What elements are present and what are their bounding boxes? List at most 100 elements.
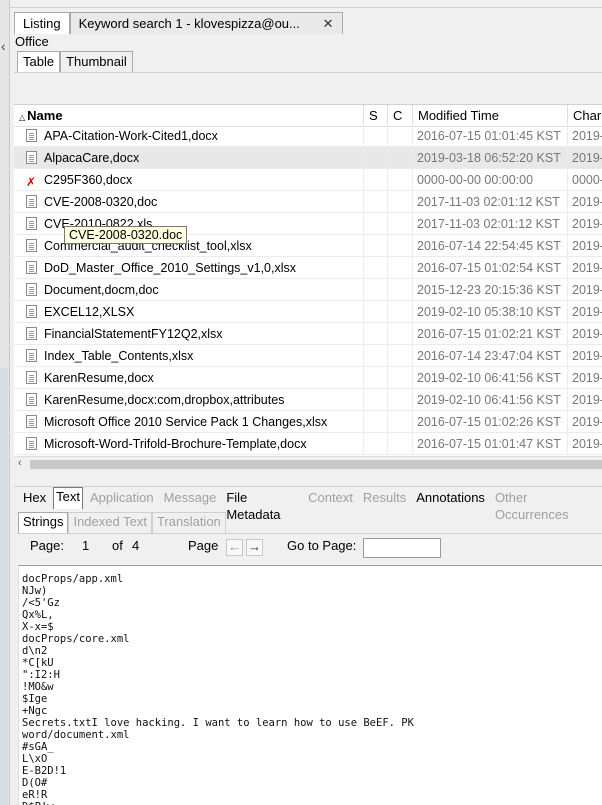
- strings-text-area[interactable]: docProps/app.xml NJw) /<5'Gz Qx%L, X-x=$…: [18, 565, 602, 805]
- collapse-arrow-icon[interactable]: ‹: [1, 38, 6, 54]
- table-row[interactable]: Document,docm,doc 2015-12-23 20:15:36 KST…: [14, 279, 602, 301]
- document-icon: [26, 415, 37, 428]
- document-icon: [26, 327, 37, 340]
- tab-strings[interactable]: Strings: [18, 512, 69, 533]
- tab-text[interactable]: Text: [53, 487, 83, 509]
- cell-modified-time: 2016-07-15 01:02:26 KST: [413, 411, 568, 433]
- table-row[interactable]: AlpacaCare,docx 2019-03-18 06:52:20 KST 20…: [14, 147, 602, 169]
- cell-c: [388, 147, 413, 169]
- table-row[interactable]: FinancialStatementFY12Q2,xlsx 2016-07-15 …: [14, 323, 602, 345]
- table-row[interactable]: KarenResume,docx 2019-02-10 06:41:56 KST 2…: [14, 367, 602, 389]
- cell-modified-time: 2017-11-03 02:01:12 KST: [413, 213, 568, 235]
- table-row[interactable]: EXCEL12,XLSX 2019-02-10 05:38:10 KST 2019-: [14, 301, 602, 323]
- cell-change-time: 0000-: [572, 173, 602, 187]
- column-header-modified-time[interactable]: Modified Time: [413, 105, 568, 127]
- table-row[interactable]: Microsoft-Word-Trifold-Brochure-Template…: [14, 433, 602, 455]
- tab-results: Results: [362, 490, 407, 505]
- breadcrumb: Office: [15, 34, 49, 49]
- cell-c: [388, 411, 413, 433]
- cell-change-time: 2019-: [572, 129, 602, 143]
- tab-hex[interactable]: Hex: [20, 487, 49, 509]
- next-page-icon[interactable]: →: [246, 539, 263, 556]
- horizontal-scrollbar[interactable]: ‹: [14, 456, 602, 471]
- table-row[interactable]: Microsoft Office 2010 Service Pack 1 Cha…: [14, 411, 602, 433]
- cell-modified-time: 2017-11-03 02:01:12 KST: [413, 191, 568, 213]
- previous-page-icon[interactable]: ←: [226, 539, 243, 556]
- table-row[interactable]: KarenResume,docx:com,dropbox,attributes 2…: [14, 389, 602, 411]
- scrollbar-thumb[interactable]: [30, 460, 602, 469]
- tab-file-metadata[interactable]: File Metadata: [223, 487, 301, 522]
- cell-c: [388, 191, 413, 213]
- tab-listing[interactable]: Listing: [14, 12, 70, 34]
- table-row[interactable]: DoD_Master_Office_2010_Settings_v1,0,xls…: [14, 257, 602, 279]
- tab-annotations[interactable]: Annotations: [413, 487, 488, 509]
- table-row[interactable]: ✗ C295F360,docx 0000-00-00 00:00:00 0000-: [14, 169, 602, 191]
- cell-name: Microsoft Office 2010 Service Pack 1 Cha…: [14, 411, 364, 433]
- cell-c: [388, 169, 413, 191]
- table-header: △ Name S C Modified Time Char: [14, 105, 602, 127]
- file-name: C295F360,docx: [44, 173, 133, 187]
- deleted-file-icon: ✗: [26, 175, 37, 189]
- cell-modified-time: 2019-02-10 05:38:10 KST: [413, 301, 568, 323]
- cell-name: Microsoft-Word-Trifold-Brochure-Template…: [14, 433, 364, 455]
- cell-name: Document,docm,doc: [14, 279, 364, 301]
- document-icon: [26, 239, 37, 252]
- file-name: AlpacaCare,docx: [44, 151, 140, 165]
- column-header-name[interactable]: △ Name: [14, 105, 364, 127]
- page-navigator: Page: 1 of 4 Page ← → Go to Page:: [18, 533, 602, 563]
- close-icon[interactable]: ✕: [323, 16, 334, 32]
- tab-context: Context: [308, 490, 353, 505]
- table-row[interactable]: CVE-2008-0320,doc 2017-11-03 02:01:12 KST…: [14, 191, 602, 213]
- cell-s: [364, 125, 388, 147]
- goto-page-input[interactable]: [363, 538, 441, 558]
- file-name: KarenResume,docx: [44, 371, 154, 385]
- listing-toolbar: [14, 72, 602, 104]
- cell-s: [364, 147, 388, 169]
- file-table: △ Name S C Modified Time Char APA-Citatio…: [14, 104, 602, 456]
- cell-change-time: 2019-: [572, 261, 602, 275]
- tab-thumbnail[interactable]: Thumbnail: [60, 51, 133, 72]
- cell-modified-time: 2016-07-15 01:01:47 KST: [413, 433, 568, 455]
- tab-table[interactable]: Table: [17, 51, 61, 72]
- document-icon: [26, 283, 37, 296]
- cell-s: [364, 169, 388, 191]
- cell-s: [364, 257, 388, 279]
- tab-keyword-search[interactable]: Keyword search 1 - klovespizza@ou... ✕: [69, 12, 343, 34]
- cell-name: EXCEL12,XLSX: [14, 301, 364, 323]
- cell-s: [364, 191, 388, 213]
- current-page: 1: [82, 538, 90, 553]
- cell-modified-time: 2016-07-15 01:02:21 KST: [413, 323, 568, 345]
- column-header-s[interactable]: S: [364, 105, 388, 127]
- document-icon: [26, 261, 37, 274]
- scroll-left-icon[interactable]: ‹: [18, 457, 22, 469]
- table-row[interactable]: Index_Table_Contents,xlsx 2016-07-14 23:4…: [14, 345, 602, 367]
- tab-listing-label: Listing: [23, 16, 61, 31]
- cell-s: [364, 323, 388, 345]
- cell-change-time: 2019-: [572, 239, 602, 253]
- document-icon: [26, 371, 37, 384]
- file-name: EXCEL12,XLSX: [44, 305, 135, 319]
- file-name: APA-Citation-Work-Cited1,docx: [44, 129, 218, 143]
- cell-name: Index_Table_Contents,xlsx: [14, 345, 364, 367]
- table-row[interactable]: APA-Citation-Work-Cited1,docx 2016-07-15 …: [14, 125, 602, 147]
- pane-splitter[interactable]: [14, 471, 602, 487]
- document-icon: [26, 151, 37, 164]
- cell-change-time: 2019-: [572, 327, 602, 341]
- strings-content: docProps/app.xml NJw) /<5'Gz Qx%L, X-x=$…: [22, 573, 414, 805]
- cell-c: [388, 367, 413, 389]
- document-tabs: Listing Keyword search 1 - klovespizza@o…: [14, 12, 343, 34]
- cell-name: DoD_Master_Office_2010_Settings_v1,0,xls…: [14, 257, 364, 279]
- cell-s: [364, 345, 388, 367]
- cell-s: [364, 279, 388, 301]
- file-name: Document,docm,doc: [44, 283, 159, 297]
- cell-change-time: 2019-: [572, 437, 602, 451]
- column-header-c[interactable]: C: [388, 105, 413, 127]
- page-nav-label: Page: [188, 538, 219, 553]
- cell-s: [364, 235, 388, 257]
- text-sub-tabs: Strings Indexed Text Translation: [18, 512, 226, 533]
- cell-name: CVE-2008-0320,doc: [14, 191, 364, 213]
- cell-s: [364, 367, 388, 389]
- cell-c: [388, 433, 413, 455]
- column-header-change-time[interactable]: Char: [568, 105, 602, 127]
- cell-name: FinancialStatementFY12Q2,xlsx: [14, 323, 364, 345]
